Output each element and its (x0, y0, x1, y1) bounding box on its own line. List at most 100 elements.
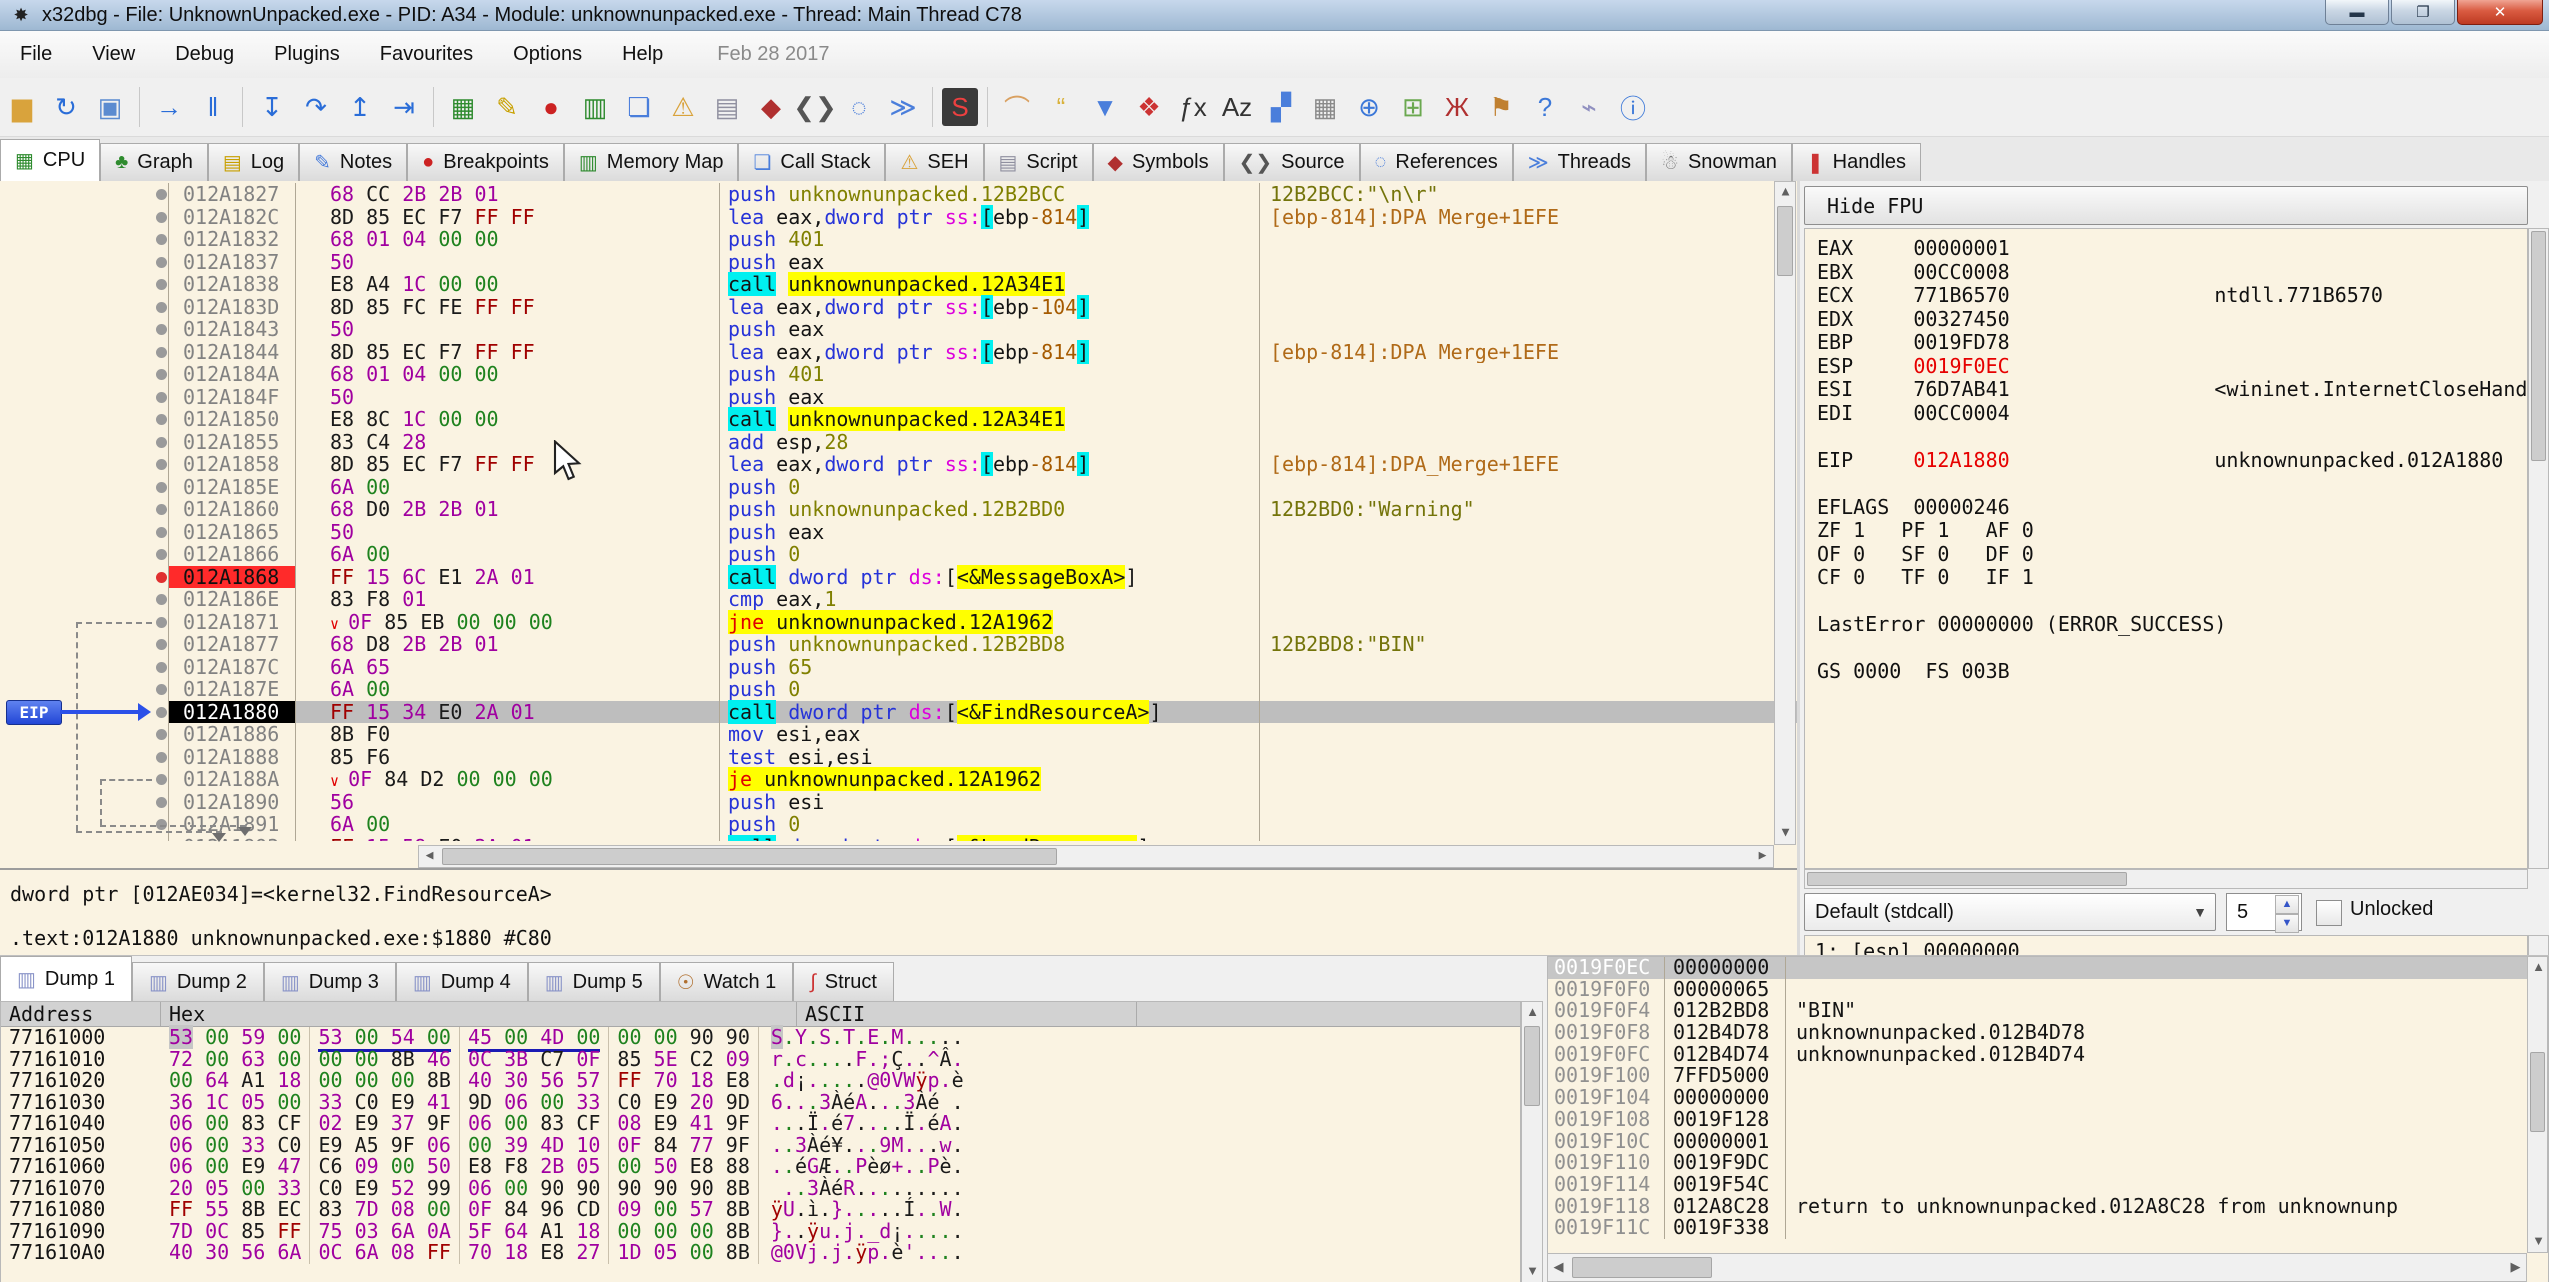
about-info-icon[interactable]: ⓘ (1613, 85, 1653, 129)
disasm-row[interactable]: 012A189056push esi (0, 791, 1797, 814)
tab-breakpoints[interactable]: ●Breakpoints (407, 143, 564, 181)
bullet-icon[interactable] (156, 684, 167, 695)
register-line[interactable]: EDI 00CC0004 (1805, 402, 2527, 426)
pause-icon[interactable]: ‖ (193, 85, 233, 129)
scroll-thumb[interactable] (1807, 872, 2127, 886)
disasm-row[interactable]: 012A1850E8 8C 1C 00 00call unknownunpack… (0, 408, 1797, 431)
bullet-icon[interactable] (156, 774, 167, 785)
tab-seh[interactable]: ⚠SEH (885, 143, 983, 181)
references-icon[interactable]: ◌ (839, 85, 879, 129)
dump-row[interactable]: 7716107020 05 00 33C0 E9 52 9906 00 90 9… (1, 1178, 1520, 1200)
bullet-icon[interactable] (156, 639, 167, 650)
snowman-icon[interactable]: S (942, 88, 978, 126)
dump-row[interactable]: 7716106006 00 E9 47C6 09 00 50E8 F8 2B 0… (1, 1156, 1520, 1178)
scroll-down-icon[interactable]: ▼ (1522, 1261, 1543, 1282)
run-to-user-code-icon[interactable]: ⇥ (384, 85, 424, 129)
menu-options[interactable]: Options (493, 37, 602, 72)
bullet-icon[interactable] (156, 662, 167, 673)
stack-row[interactable]: 0019F10C00000001 (1548, 1131, 2548, 1153)
inject-icon[interactable]: ⌁ (1569, 85, 1609, 129)
spinner-buttons[interactable]: ▲▼ (2275, 895, 2299, 933)
register-line[interactable]: EBX 00CC0008 (1805, 261, 2527, 285)
disasm-row[interactable]: 012A188885 F6test esi,esi (0, 746, 1797, 769)
disasm-vertical-scrollbar[interactable]: ▲ ▼ (1774, 181, 1796, 845)
dump-vertical-scrollbar[interactable]: ▲ ▼ (1521, 1001, 1543, 1282)
tab-dump-4[interactable]: ▥Dump 4 (396, 962, 528, 1001)
bullet-icon[interactable] (156, 324, 167, 335)
bookmarks-icon[interactable]: ❖ (1129, 85, 1169, 129)
disasm-row[interactable]: 012A187E6A 00push 0 (0, 678, 1797, 701)
disassembly-pane[interactable]: 012A182768 CC 2B 2B 01push unknownunpack… (0, 181, 1798, 868)
argument-depth-spinner[interactable]: 5 ▲▼ (2226, 893, 2302, 931)
menu-help[interactable]: Help (602, 37, 683, 72)
step-over-icon[interactable]: ↷ (296, 85, 336, 129)
tab-symbols[interactable]: ◆Symbols (1093, 143, 1224, 181)
disasm-row[interactable]: 012A1871∨ 0F 85 EB 00 00 00jne unknownun… (0, 611, 1797, 634)
scroll-thumb[interactable] (2530, 1052, 2545, 1132)
restore-button[interactable]: ❐ (2391, 0, 2455, 25)
dump-row[interactable]: 7716103036 1C 05 0033 C0 E9 419D 06 00 3… (1, 1092, 1520, 1114)
registers-area[interactable]: EAX 00000001EBX 00CC0008ECX 771B6570 ntd… (1804, 228, 2528, 869)
step-out-icon[interactable]: ↥ (340, 85, 380, 129)
disasm-horizontal-scrollbar[interactable]: ◀ ▶ (418, 845, 1774, 868)
disasm-row[interactable]: 012A187C6A 65push 65 (0, 656, 1797, 679)
stack-row[interactable]: 0019F118012A8C28return to unknownunpacke… (1548, 1196, 2548, 1218)
tab-dump-1[interactable]: ▥Dump 1 (0, 956, 132, 1001)
disasm-row[interactable]: 012A186550push eax (0, 521, 1797, 544)
source-icon[interactable]: ❮❯ (795, 85, 835, 129)
menu-view[interactable]: View (72, 37, 155, 72)
disasm-row[interactable]: 012A1880FF 15 34 E0 2A 01call dword ptr … (0, 701, 1797, 724)
bullet-icon[interactable] (156, 707, 167, 718)
tab-threads[interactable]: ≫Threads (1513, 143, 1646, 181)
register-line[interactable]: ECX 771B6570 ntdll.771B6570 (1805, 284, 2527, 308)
disasm-row[interactable]: 012A184F50push eax (0, 386, 1797, 409)
dump-pane[interactable]: Address Hex ASCII 7716100053 00 59 0053 … (0, 1001, 1521, 1282)
scroll-down-icon[interactable]: ▼ (2528, 1231, 2549, 1252)
dump-row[interactable]: 7716100053 00 59 0053 00 54 0045 00 4D 0… (1, 1027, 1520, 1049)
scroll-up-icon[interactable]: ▲ (2528, 957, 2549, 978)
menu-file[interactable]: File (0, 37, 72, 72)
scroll-thumb[interactable] (442, 848, 1057, 865)
register-line[interactable]: ESP 0019F0EC (1805, 355, 2527, 379)
tab-log[interactable]: ▤Log (208, 143, 299, 181)
scroll-thumb[interactable] (1777, 206, 1793, 276)
tab-script[interactable]: ▤Script (984, 143, 1093, 181)
comments-icon[interactable]: “ (1041, 85, 1081, 129)
disasm-row[interactable]: 012A1838E8 A4 1C 00 00call unknownunpack… (0, 273, 1797, 296)
tab-watch-1[interactable]: ☉Watch 1 (660, 962, 794, 1001)
stack-row[interactable]: 0019F0EC00000000 (1548, 957, 2548, 979)
dump-row[interactable]: 7716101072 00 63 0000 00 8B 460C 3B C7 0… (1, 1049, 1520, 1071)
step-into-icon[interactable]: ↧ (252, 85, 292, 129)
minimize-button[interactable]: ▬ (2325, 0, 2389, 25)
tab-handles[interactable]: ❚Handles (1792, 143, 1921, 181)
register-line[interactable]: EDX 00327450 (1805, 308, 2527, 332)
hide-fpu-button[interactable]: Hide FPU (1804, 186, 2528, 225)
functions-icon[interactable]: ƒx (1173, 85, 1213, 129)
bullet-icon[interactable] (156, 729, 167, 740)
dump-row[interactable]: 77161080FF 55 8B EC83 7D 08 000F 84 96 C… (1, 1199, 1520, 1221)
bullet-icon[interactable] (156, 212, 167, 223)
bullet-icon[interactable] (156, 347, 167, 358)
register-line[interactable] (1805, 425, 2527, 449)
disasm-row[interactable]: 012A186068 D0 2B 2B 01push unknownunpack… (0, 498, 1797, 521)
tab-cpu[interactable]: ▦CPU (0, 139, 100, 182)
bullet-icon[interactable] (156, 617, 167, 628)
stack-vertical-scrollbar[interactable]: ▲ ▼ (2527, 956, 2548, 1253)
bullet-icon[interactable] (156, 414, 167, 425)
show-cpu-icon[interactable]: ▦ (443, 85, 483, 129)
register-line[interactable]: EBP 0019FD78 (1805, 331, 2527, 355)
dump-row[interactable]: 7716102000 64 A1 1800 00 00 8B40 30 56 5… (1, 1070, 1520, 1092)
register-line[interactable]: ESI 76D7AB41 <wininet.InternetCloseHandl… (1805, 378, 2527, 402)
stack-row[interactable]: 0019F0F8012B4D78unknownunpacked.012B4D78 (1548, 1022, 2548, 1044)
text-az-icon[interactable]: Aᴢ (1217, 85, 1257, 129)
calling-convention-select[interactable]: Default (stdcall) ▼ (1804, 893, 2216, 931)
disasm-row[interactable]: 012A18448D 85 EC F7 FF FFlea eax,dword p… (0, 341, 1797, 364)
close-button[interactable]: ✕ (2457, 0, 2543, 25)
scroll-thumb[interactable] (1524, 1026, 1540, 1106)
scroll-up-icon[interactable]: ▲ (1775, 182, 1796, 203)
bullet-icon[interactable] (156, 527, 167, 538)
disasm-row[interactable]: 012A188A∨ 0F 84 D2 00 00 00je unknownunp… (0, 768, 1797, 791)
favourites-icon[interactable]: ⚑ (1481, 85, 1521, 129)
threads-icon[interactable]: ≫ (883, 85, 923, 129)
dump-row[interactable]: 7716104006 00 83 CF02 E9 37 9F06 00 83 C… (1, 1113, 1520, 1135)
